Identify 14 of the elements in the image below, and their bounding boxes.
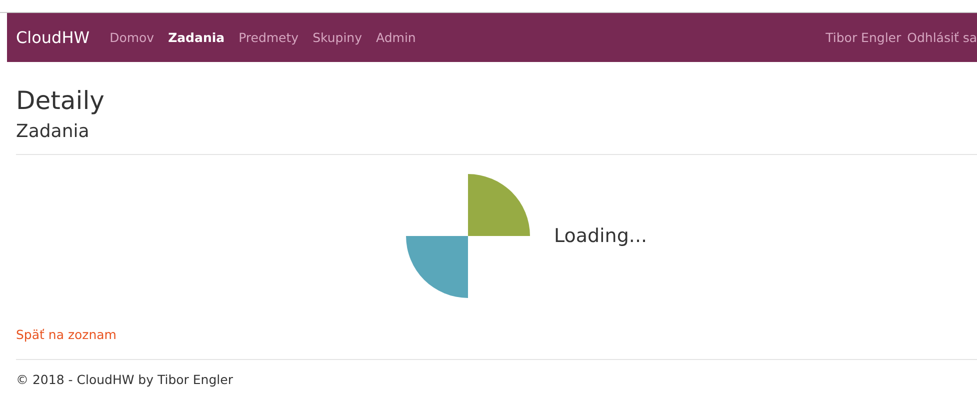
nav-link[interactable]: Domov (110, 30, 154, 45)
nav-link[interactable]: Predmety (238, 30, 299, 45)
brand-link[interactable]: CloudHW (16, 28, 90, 47)
loading-text: Loading... (554, 225, 648, 247)
page-subtitle: Zadania (16, 121, 90, 142)
nav-link[interactable]: Zadania (168, 30, 225, 45)
back-link[interactable]: Späť na zoznam (16, 327, 116, 342)
page-title: Detaily (16, 86, 106, 115)
nav-link[interactable]: Admin (376, 30, 416, 45)
nav-link[interactable]: Skupiny (312, 30, 362, 45)
logout-link[interactable]: Odhlásiť sa (907, 30, 977, 45)
user-link[interactable]: Tibor Engler (826, 30, 902, 45)
footer-text: © 2018 - CloudHW by Tibor Engler (16, 372, 234, 387)
spinner-icon (406, 174, 530, 298)
